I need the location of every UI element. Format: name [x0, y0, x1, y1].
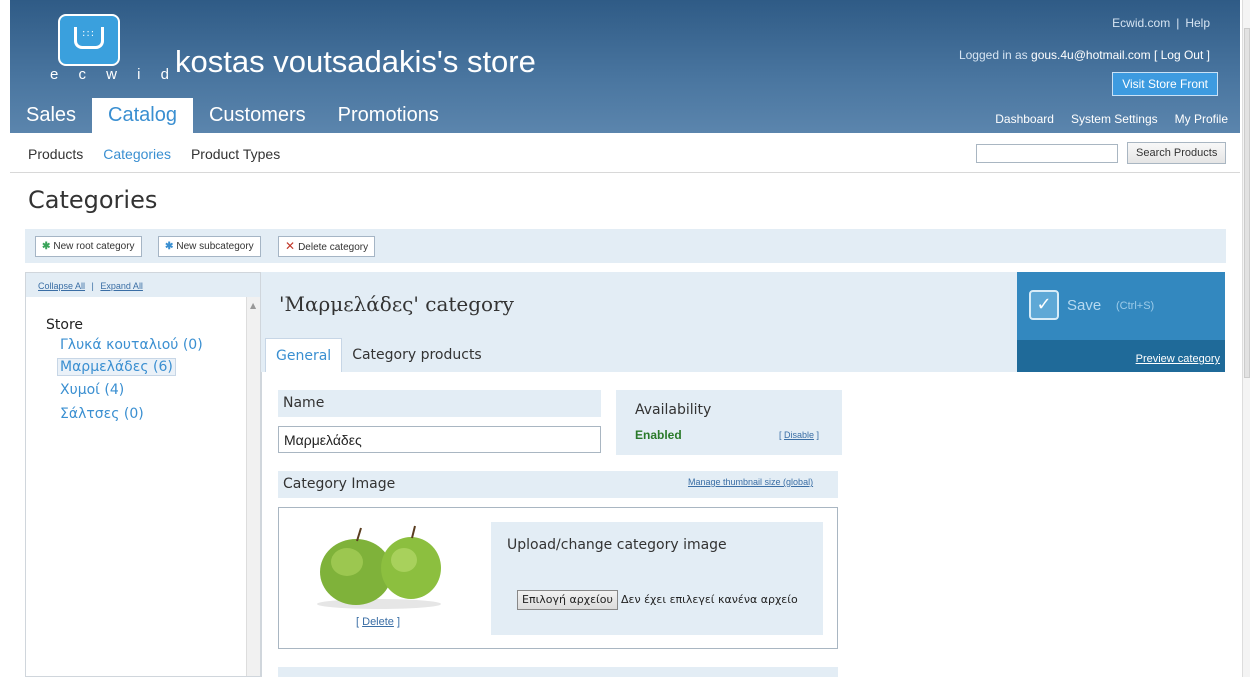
tree-item-xymoi[interactable]: Χυμοί (4): [60, 382, 124, 398]
upload-image-box: Upload/change category image Επιλογή αρχ…: [491, 522, 823, 635]
tree-item-marmelades[interactable]: Μαρμελάδες (6): [57, 358, 176, 376]
delete-image-label: Delete: [362, 616, 394, 628]
tab-promotions[interactable]: Promotions: [322, 98, 455, 133]
ecwid-com-link[interactable]: Ecwid.com: [1112, 16, 1170, 30]
tab-general[interactable]: General: [265, 338, 343, 372]
save-panel-footer: Preview category: [1017, 340, 1225, 372]
tab-category-products[interactable]: Category products: [342, 338, 492, 372]
ecwid-logo-icon[interactable]: :::: [58, 14, 120, 66]
availability-title: Availability: [635, 402, 712, 418]
availability-status: Enabled: [635, 428, 682, 442]
subnav-categories[interactable]: Categories: [103, 146, 171, 162]
save-panel: ✓ Save (Ctrl+S) Preview category: [1017, 272, 1225, 372]
file-status-text: Δεν έχει επιλεγεί κανένα αρχείο: [621, 593, 798, 606]
new-subcategory-label: New subcategory: [176, 241, 254, 252]
help-link[interactable]: Help: [1185, 16, 1210, 30]
store-title: kostas voutsadakis's store: [175, 44, 536, 79]
logout-link[interactable]: [ Log Out ]: [1154, 48, 1210, 62]
delete-category-label: Delete category: [298, 242, 369, 253]
new-root-plus-icon: ✱: [42, 241, 51, 252]
logged-in-info: Logged in as gous.4u@hotmail.com [ Log O…: [959, 48, 1210, 62]
dashboard-link[interactable]: Dashboard: [995, 112, 1054, 126]
utility-links: Dashboard System Settings My Profile: [995, 112, 1228, 126]
top-links: Ecwid.com | Help: [1112, 16, 1210, 30]
collapse-all-link[interactable]: Collapse All: [38, 281, 85, 291]
category-image-thumbnail: [317, 525, 441, 609]
category-name-input[interactable]: [278, 426, 601, 453]
logged-in-user: gous.4u@hotmail.com: [1031, 48, 1151, 62]
disable-link-label: Disable: [784, 430, 815, 440]
logo-text: e c w i d: [50, 66, 178, 83]
visit-store-front-button[interactable]: Visit Store Front: [1112, 72, 1218, 96]
cart-icon: [74, 27, 104, 49]
category-editor-header: 'Μαρμελάδες' category General Category p…: [261, 272, 1018, 372]
delete-category-button[interactable]: ✕ Delete category: [278, 236, 376, 257]
tree-item-glyka-koutaliou[interactable]: Γλυκά κουταλιού (0): [60, 337, 203, 353]
scroll-up-icon[interactable]: ▲: [250, 301, 256, 310]
description-label-band: [278, 667, 838, 677]
page-title: Categories: [28, 186, 158, 214]
window-scrollbar[interactable]: [1242, 0, 1250, 677]
tab-sales[interactable]: Sales: [10, 98, 92, 133]
category-toolbar: ✱ New root category ✱ New subcategory ✕ Del…: [25, 229, 1226, 263]
save-check-icon[interactable]: ✓: [1029, 290, 1059, 320]
save-button[interactable]: Save: [1067, 297, 1101, 314]
new-subcategory-plus-icon: ✱: [165, 241, 174, 252]
subnav-product-types[interactable]: Product Types: [191, 146, 280, 162]
subnav-products[interactable]: Products: [28, 146, 83, 162]
disable-link[interactable]: [ Disable ]: [779, 430, 819, 440]
delete-image-link[interactable]: [ Delete ]: [356, 616, 400, 628]
tree-controls: Collapse All | Expand All: [26, 273, 260, 297]
tree-item-saltses[interactable]: Σάλτσες (0): [60, 406, 144, 422]
save-shortcut-hint: (Ctrl+S): [1116, 300, 1155, 312]
my-profile-link[interactable]: My Profile: [1175, 112, 1228, 126]
choose-file-button[interactable]: Επιλογή αρχείου: [517, 590, 618, 610]
new-subcategory-button[interactable]: ✱ New subcategory: [158, 236, 261, 257]
link-separator: |: [1176, 16, 1180, 30]
category-heading: 'Μαρμελάδες' category: [279, 292, 514, 316]
main-tabs: Sales Catalog Customers Promotions: [10, 98, 455, 133]
system-settings-link[interactable]: System Settings: [1071, 112, 1158, 126]
tab-catalog[interactable]: Catalog: [92, 98, 193, 133]
category-tree-panel: Collapse All | Expand All ▲ Store Γλυκά …: [25, 272, 261, 677]
delete-x-icon: ✕: [285, 239, 296, 253]
window-scrollbar-thumb[interactable]: [1244, 28, 1250, 378]
tree-root-store[interactable]: Store: [46, 317, 83, 333]
availability-box: Availability Enabled [ Disable ]: [616, 390, 842, 455]
manage-thumbnail-size-link[interactable]: Manage thumbnail size (global): [688, 477, 813, 487]
top-header: ::: e c w i d kostas voutsadakis's store…: [10, 0, 1240, 133]
name-label: Name: [278, 390, 601, 417]
tree-scrollbar[interactable]: ▲: [246, 297, 260, 676]
search-products-button[interactable]: Search Products: [1127, 142, 1227, 164]
catalog-subnav: Products Categories Product Types Search…: [10, 133, 1240, 173]
tab-customers[interactable]: Customers: [193, 98, 322, 133]
upload-title: Upload/change category image: [507, 537, 727, 553]
logged-in-prefix: Logged in as: [958, 48, 1028, 62]
tree-separator: |: [91, 281, 94, 291]
category-image-box: [ Delete ] Upload/change category image …: [278, 507, 838, 649]
editor-tabs: General Category products: [265, 338, 492, 372]
expand-all-link[interactable]: Expand All: [100, 281, 143, 291]
preview-category-link[interactable]: Preview category: [1136, 353, 1220, 365]
new-root-category-button[interactable]: ✱ New root category: [35, 236, 142, 257]
subnav-links: Products Categories Product Types: [28, 146, 280, 162]
product-search-input[interactable]: [976, 144, 1118, 163]
new-root-category-label: New root category: [53, 241, 135, 252]
